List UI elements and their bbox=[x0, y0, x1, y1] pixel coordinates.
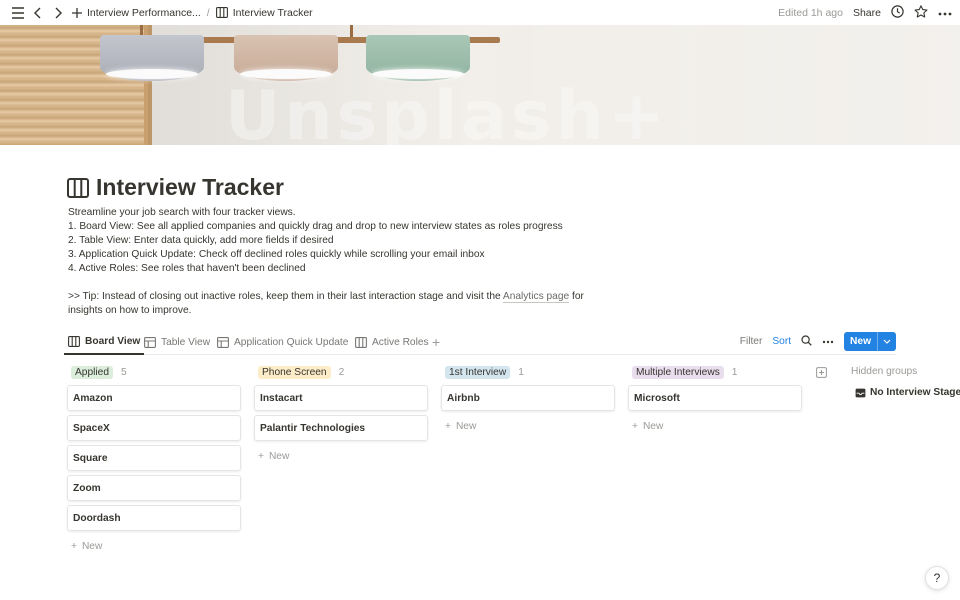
breadcrumb-current[interactable]: Interview Tracker bbox=[212, 5, 317, 21]
star-icon[interactable] bbox=[914, 4, 928, 21]
board-card[interactable]: Microsoft bbox=[628, 385, 802, 411]
board-card[interactable]: Doordash bbox=[67, 505, 241, 531]
edited-timestamp: Edited 1h ago bbox=[778, 6, 843, 19]
add-group-icon[interactable] bbox=[816, 365, 827, 381]
view-tabs-bar: Board View Table View Application Quick … bbox=[64, 330, 896, 355]
breadcrumb-parent[interactable]: Interview Performance... bbox=[68, 5, 205, 21]
tab-label: Application Quick Update bbox=[234, 337, 349, 348]
tip-line: >> Tip: Instead of closing out inactive … bbox=[68, 290, 588, 304]
board-column-multiple-interviews: Multiple Interviews 1 Microsoft + New bbox=[628, 363, 802, 436]
board-column-applied: Applied 5 Amazon SpaceX Square Zoom Door… bbox=[67, 363, 241, 556]
back-icon[interactable] bbox=[28, 3, 48, 23]
breadcrumb-separator: / bbox=[206, 6, 210, 19]
more-icon[interactable] bbox=[938, 7, 952, 19]
column-count: 1 bbox=[731, 366, 738, 378]
tab-label: Board View bbox=[85, 336, 141, 347]
tab-label: Active Roles bbox=[372, 337, 429, 348]
chevron-down-icon[interactable] bbox=[877, 332, 896, 351]
board-column-phone-screen: Phone Screen 2 Instacart Palantir Techno… bbox=[254, 363, 428, 466]
page-description: Streamline your job search with four tra… bbox=[68, 206, 588, 318]
column-header[interactable]: Phone Screen 2 bbox=[254, 363, 428, 381]
description-line: Streamline your job search with four tra… bbox=[68, 207, 296, 218]
board-card[interactable]: Amazon bbox=[67, 385, 241, 411]
lamp-shade-grey bbox=[100, 35, 204, 81]
filter-button[interactable]: Filter bbox=[740, 336, 763, 347]
history-icon[interactable] bbox=[891, 4, 904, 21]
table-icon bbox=[217, 337, 229, 348]
tab-application-quick-update[interactable]: Application Quick Update bbox=[213, 330, 352, 355]
tab-label: Table View bbox=[161, 337, 211, 348]
board-icon bbox=[215, 7, 228, 18]
plus-icon: + bbox=[632, 420, 638, 432]
description-line: 1. Board View: See all applied companies… bbox=[68, 221, 563, 232]
new-button[interactable]: New bbox=[844, 332, 896, 351]
description-line: 2. Table View: Enter data quickly, add m… bbox=[68, 235, 334, 246]
board-icon bbox=[355, 337, 367, 348]
tab-table-view[interactable]: Table View bbox=[140, 330, 214, 355]
top-bar: Interview Performance... / Interview Tra… bbox=[0, 0, 960, 25]
add-view-icon[interactable]: + bbox=[432, 334, 440, 350]
help-button[interactable]: ? bbox=[925, 566, 949, 590]
lamp-shade-beige bbox=[234, 35, 338, 81]
status-pill: Multiple Interviews bbox=[632, 365, 724, 379]
breadcrumb-current-label: Interview Tracker bbox=[232, 6, 313, 19]
new-button-label: New bbox=[850, 336, 871, 347]
board-column-1st-interview: 1st Interview 1 Airbnb + New bbox=[441, 363, 615, 436]
search-icon[interactable] bbox=[801, 334, 812, 349]
tab-active-roles[interactable]: Active Roles bbox=[351, 330, 433, 355]
sort-button[interactable]: Sort bbox=[772, 336, 791, 347]
plus-icon: + bbox=[445, 420, 451, 432]
tip-line: insights on how to improve. bbox=[68, 305, 192, 316]
description-line: 4. Active Roles: See roles that haven't … bbox=[68, 263, 306, 274]
status-pill: Phone Screen bbox=[258, 365, 331, 379]
add-card-button[interactable]: + New bbox=[441, 416, 615, 436]
description-line bbox=[68, 276, 588, 290]
add-card-label: New bbox=[455, 420, 477, 432]
hidden-group-item[interactable]: No Interview Stage bbox=[855, 387, 960, 398]
add-card-label: New bbox=[81, 540, 103, 552]
more-icon[interactable] bbox=[822, 336, 834, 347]
status-pill: Applied bbox=[71, 365, 113, 379]
add-card-button[interactable]: + New bbox=[67, 536, 241, 556]
board-card[interactable]: Square bbox=[67, 445, 241, 471]
plus-icon: + bbox=[71, 540, 77, 552]
lamp-shade-green bbox=[366, 35, 470, 81]
sidebar-menu-icon[interactable] bbox=[8, 3, 28, 23]
column-count: 1 bbox=[518, 366, 524, 378]
add-card-label: New bbox=[642, 420, 664, 432]
board-card[interactable]: SpaceX bbox=[67, 415, 241, 441]
tip-text: >> Tip: Instead of closing out inactive … bbox=[68, 291, 503, 302]
description-line: 3. Application Quick Update: Check off d… bbox=[68, 249, 485, 260]
analytics-page-link[interactable]: Analytics page bbox=[502, 291, 570, 303]
forward-icon[interactable] bbox=[48, 3, 68, 23]
status-pill: 1st Interview bbox=[445, 365, 511, 379]
add-card-label: New bbox=[268, 450, 290, 462]
add-card-button[interactable]: + New bbox=[628, 416, 802, 436]
page-title[interactable]: Interview Tracker bbox=[96, 174, 284, 201]
table-icon bbox=[144, 337, 156, 348]
hidden-groups-label: Hidden groups bbox=[851, 366, 918, 377]
board-card[interactable]: Zoom bbox=[67, 475, 241, 501]
breadcrumb-parent-label: Interview Performance... bbox=[87, 6, 201, 19]
column-header[interactable]: 1st Interview 1 bbox=[441, 363, 615, 381]
column-count: 2 bbox=[338, 366, 345, 378]
tip-text: for bbox=[569, 291, 584, 302]
hidden-group-label: No Interview Stage bbox=[870, 387, 960, 398]
board-card[interactable]: Instacart bbox=[254, 385, 428, 411]
plus-icon: + bbox=[258, 450, 264, 462]
cover-watermark: Unsplash+ bbox=[225, 77, 669, 145]
board-icon[interactable] bbox=[67, 178, 89, 198]
inbox-icon bbox=[855, 388, 866, 397]
board-card[interactable]: Palantir Technologies bbox=[254, 415, 428, 441]
cover-image[interactable]: Unsplash+ bbox=[0, 25, 960, 145]
plus-icon bbox=[72, 7, 82, 18]
board-icon bbox=[68, 336, 80, 347]
column-header[interactable]: Applied 5 bbox=[67, 363, 241, 381]
share-button[interactable]: Share bbox=[853, 7, 881, 19]
tab-board-view[interactable]: Board View bbox=[64, 330, 145, 355]
board-card[interactable]: Airbnb bbox=[441, 385, 615, 411]
column-header[interactable]: Multiple Interviews 1 bbox=[628, 363, 802, 381]
column-count: 5 bbox=[121, 366, 127, 378]
add-card-button[interactable]: + New bbox=[254, 446, 428, 466]
